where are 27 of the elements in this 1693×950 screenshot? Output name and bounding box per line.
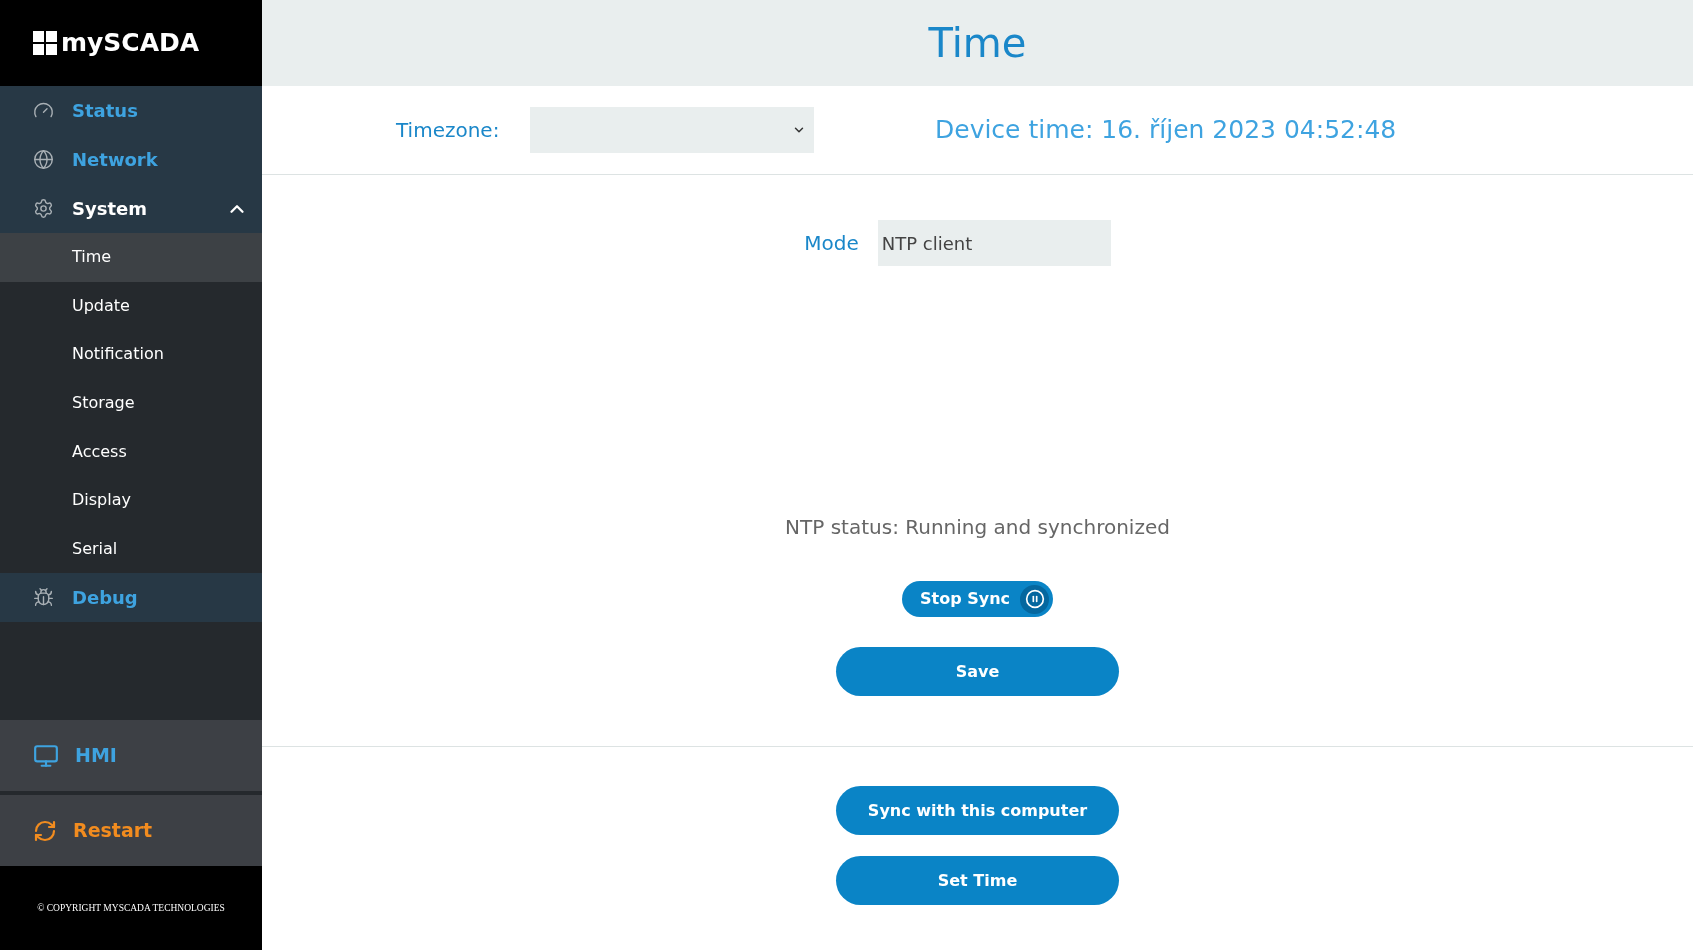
sidebar-item[interactable]: Status	[0, 86, 262, 135]
set-time-button[interactable]: Set Time	[836, 856, 1119, 905]
sync-computer-button[interactable]: Sync with this computer	[836, 786, 1119, 835]
mode-field[interactable]: NTP client	[877, 220, 1111, 266]
mode-label: Mode	[804, 230, 859, 257]
logo-icon	[33, 31, 57, 55]
refresh-icon	[33, 818, 57, 843]
monitor-icon	[33, 742, 59, 769]
pause-icon	[1020, 584, 1049, 614]
timezone-select[interactable]	[530, 107, 814, 153]
device-time-text: Device time: 16. říjen 2023 04:52:48	[935, 114, 1397, 147]
stop-sync-button[interactable]: Stop Sync	[902, 581, 1053, 617]
sidebar-subitem[interactable]: Time	[0, 233, 262, 282]
ntp-status-text: NTP status: Running and synchronized	[785, 514, 1170, 541]
sidebar-item[interactable]: Debug	[0, 573, 262, 623]
restart-item[interactable]: Restart	[0, 795, 262, 867]
sidebar-item[interactable]: Network	[0, 135, 262, 184]
copyright-text: © COPYRIGHT MYSCADA TECHNOLOGIES	[37, 901, 225, 915]
hmi-item[interactable]: HMI	[0, 720, 262, 792]
logo-text: mySCADA	[61, 27, 200, 60]
gear-icon	[33, 198, 54, 219]
timezone-label: Timezone:	[396, 117, 501, 144]
globe-icon	[33, 149, 54, 170]
bug-icon	[33, 587, 54, 609]
page-title: Time	[928, 19, 1027, 68]
sidebar-item[interactable]: System	[0, 184, 262, 233]
save-button[interactable]: Save	[836, 647, 1119, 696]
